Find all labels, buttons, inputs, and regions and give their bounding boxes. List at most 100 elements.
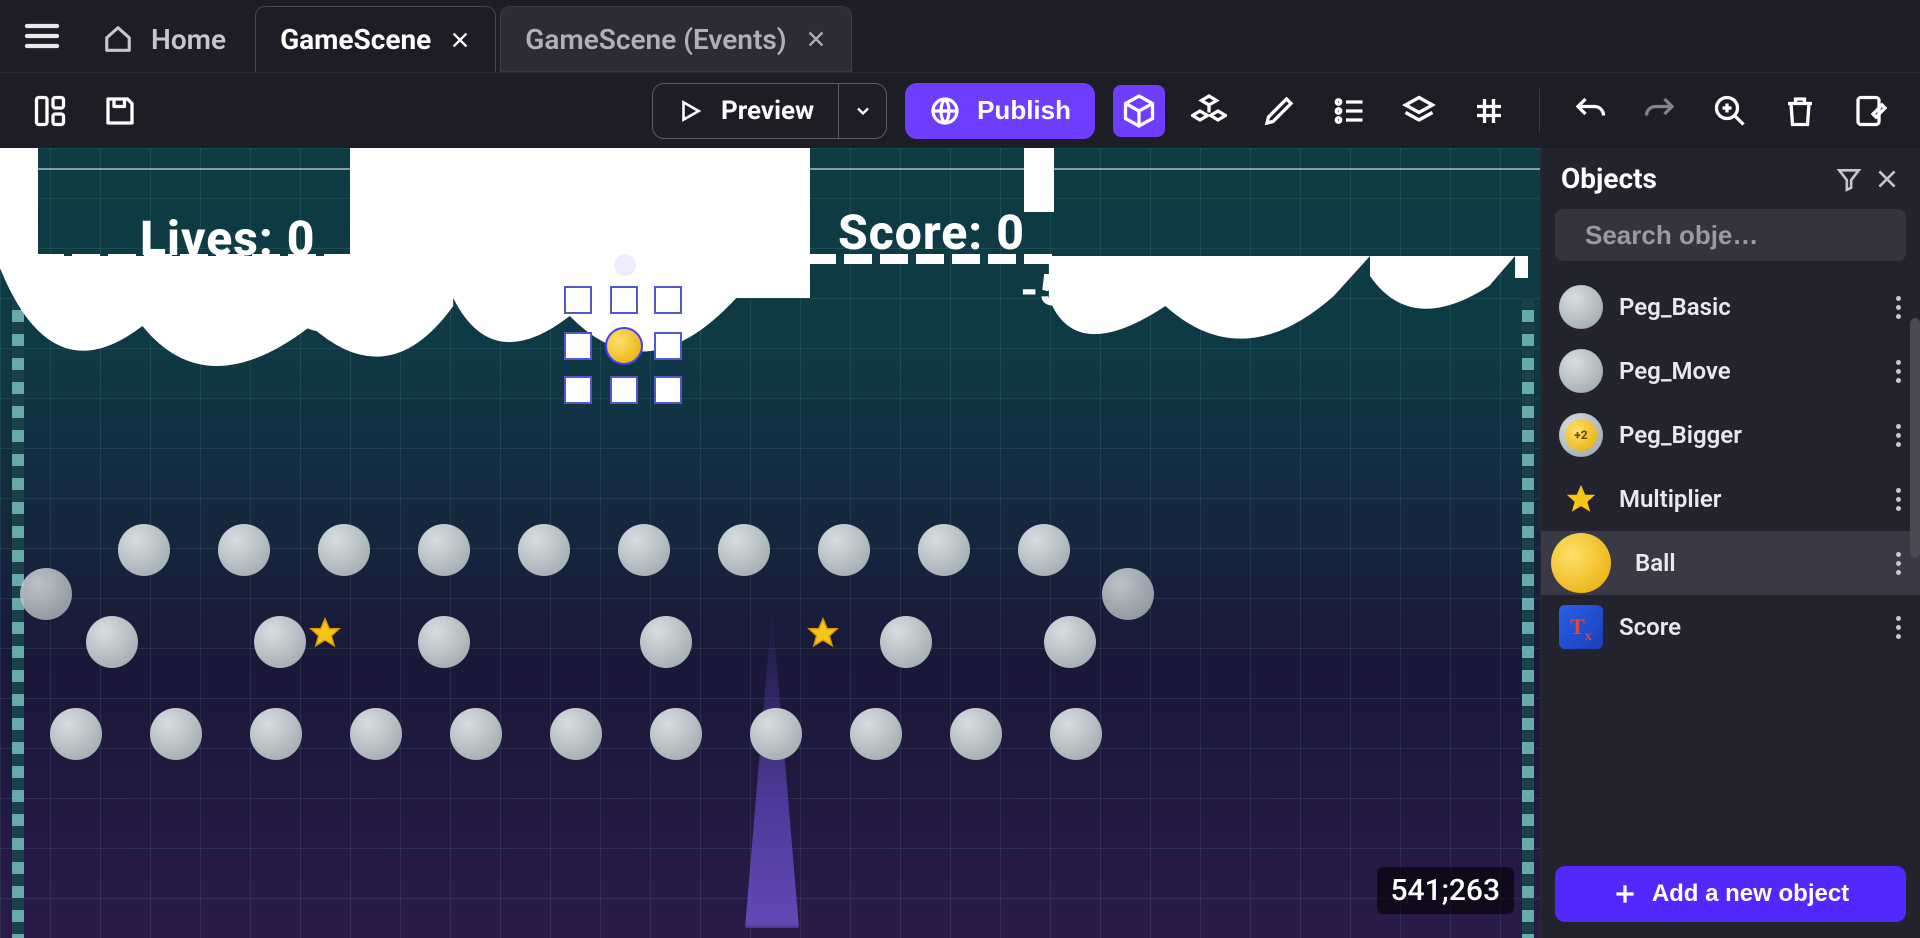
peg[interactable] <box>1050 708 1102 760</box>
object-thumbnail <box>1559 413 1603 457</box>
peg[interactable] <box>50 708 102 760</box>
peg[interactable] <box>918 524 970 576</box>
peg[interactable] <box>1102 568 1154 620</box>
resize-handle-nw[interactable] <box>564 286 592 314</box>
redo-icon <box>1642 93 1678 129</box>
peg[interactable] <box>250 708 302 760</box>
object-item-peg_move[interactable]: Peg_Move <box>1541 339 1920 403</box>
layers-button[interactable] <box>1393 85 1445 137</box>
peg[interactable] <box>86 616 138 668</box>
peg[interactable] <box>1018 524 1070 576</box>
delete-button[interactable] <box>1774 85 1826 137</box>
object-item-label: Peg_Move <box>1619 357 1880 385</box>
object-item-menu-button[interactable] <box>1896 488 1902 511</box>
preview-dropdown-button[interactable] <box>838 84 886 138</box>
objects-search-input[interactable] <box>1585 220 1920 251</box>
add-object-button[interactable]: Add a new object <box>1555 866 1906 922</box>
resize-handle-n[interactable] <box>610 286 638 314</box>
peg[interactable] <box>1044 616 1096 668</box>
object-item-score[interactable]: TxScore <box>1541 595 1920 659</box>
chevron-down-icon <box>853 101 873 121</box>
scene-canvas[interactable]: Lives: 0 Score: 0 -5% 541;263 <box>0 148 1540 938</box>
peg[interactable] <box>640 616 692 668</box>
close-icon[interactable] <box>805 28 827 50</box>
multiplier-star[interactable] <box>308 616 342 650</box>
tab-events[interactable]: GameScene (Events) <box>500 6 851 72</box>
peg[interactable] <box>150 708 202 760</box>
object-item-label: Peg_Bigger <box>1619 421 1880 449</box>
cloud-block-left <box>0 148 38 269</box>
peg[interactable] <box>418 524 470 576</box>
object-item-menu-button[interactable] <box>1896 616 1902 639</box>
objects-tool-button[interactable] <box>1113 85 1165 137</box>
grid-toggle-button[interactable] <box>1463 85 1515 137</box>
peg[interactable] <box>618 524 670 576</box>
object-thumbnail <box>1559 349 1603 393</box>
resize-handle-se[interactable] <box>654 376 682 404</box>
object-item-peg_basic[interactable]: Peg_Basic <box>1541 275 1920 339</box>
object-item-menu-button[interactable] <box>1896 296 1902 319</box>
edit-tool-button[interactable] <box>1253 85 1305 137</box>
resize-handle-s[interactable] <box>610 376 638 404</box>
peg[interactable] <box>950 708 1002 760</box>
peg[interactable] <box>20 568 72 620</box>
document-edit-icon <box>1852 93 1888 129</box>
redo-button[interactable] <box>1634 85 1686 137</box>
panels-toggle-button[interactable] <box>24 85 76 137</box>
undo-button[interactable] <box>1564 85 1616 137</box>
tab-scene[interactable]: GameScene <box>255 6 496 72</box>
lives-hud-text: Lives: 0 <box>140 210 315 267</box>
zoom-button[interactable] <box>1704 85 1756 137</box>
peg[interactable] <box>650 708 702 760</box>
peg[interactable] <box>518 524 570 576</box>
peg[interactable] <box>818 524 870 576</box>
preview-button[interactable]: Preview <box>653 84 838 138</box>
object-item-menu-button[interactable] <box>1896 424 1902 447</box>
peg[interactable] <box>218 524 270 576</box>
save-icon <box>102 93 138 129</box>
panel-scrollbar[interactable] <box>1910 318 1920 558</box>
main-area: Lives: 0 Score: 0 -5% 541;263 Obj <box>0 148 1920 938</box>
peg[interactable] <box>450 708 502 760</box>
close-icon[interactable] <box>1874 166 1900 192</box>
object-item-multiplier[interactable]: Multiplier <box>1541 467 1920 531</box>
peg[interactable] <box>118 524 170 576</box>
cloud-block-right <box>1024 148 1054 212</box>
add-object-label: Add a new object <box>1652 880 1849 908</box>
objects-search[interactable] <box>1555 209 1906 261</box>
tab-scene-label: GameScene <box>280 23 431 56</box>
settings-button[interactable] <box>1844 85 1896 137</box>
resize-handle-ne[interactable] <box>654 286 682 314</box>
preview-label: Preview <box>721 96 814 126</box>
peg[interactable] <box>880 616 932 668</box>
filter-icon[interactable] <box>1836 166 1862 192</box>
pencil-icon <box>1261 93 1297 129</box>
publish-button[interactable]: Publish <box>905 83 1095 139</box>
peg[interactable] <box>750 708 802 760</box>
selected-object-handles[interactable] <box>566 288 680 402</box>
selected-ball-sprite[interactable] <box>605 327 643 365</box>
object-item-ball[interactable]: Ball <box>1541 531 1920 595</box>
instances-list-button[interactable] <box>1323 85 1375 137</box>
multiplier-star[interactable] <box>806 616 840 650</box>
resize-handle-w[interactable] <box>564 332 592 360</box>
hamburger-menu-button[interactable] <box>10 0 74 72</box>
peg[interactable] <box>718 524 770 576</box>
peg[interactable] <box>418 616 470 668</box>
peg[interactable] <box>318 524 370 576</box>
peg[interactable] <box>550 708 602 760</box>
cursor-coordinates: 541;263 <box>1377 867 1515 914</box>
tab-home[interactable]: Home <box>78 6 251 72</box>
resize-handle-sw[interactable] <box>564 376 592 404</box>
tab-bar: Home GameScene GameScene (Events) <box>0 0 1920 72</box>
peg[interactable] <box>850 708 902 760</box>
object-item-peg_bigger[interactable]: Peg_Bigger <box>1541 403 1920 467</box>
object-groups-button[interactable] <box>1183 85 1235 137</box>
peg[interactable] <box>350 708 402 760</box>
object-item-menu-button[interactable] <box>1896 552 1902 575</box>
close-icon[interactable] <box>449 29 471 51</box>
save-button[interactable] <box>94 85 146 137</box>
resize-handle-e[interactable] <box>654 332 682 360</box>
object-item-menu-button[interactable] <box>1896 360 1902 383</box>
peg[interactable] <box>254 616 306 668</box>
